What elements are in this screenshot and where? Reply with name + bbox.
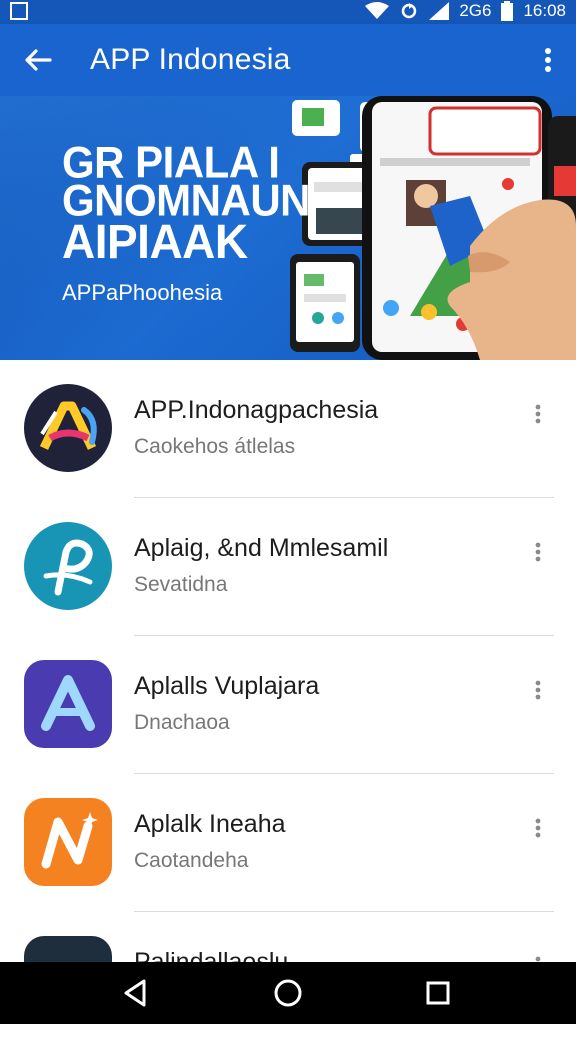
signal-icon (429, 2, 450, 20)
nav-back-icon[interactable] (118, 975, 154, 1011)
clock: 16:08 (523, 1, 566, 20)
app-name: Aplalk Ineaha (134, 810, 286, 838)
overflow-menu-button[interactable] (536, 42, 560, 78)
data-sync-icon (402, 3, 417, 19)
list-item[interactable]: Aplalls Vuplajara Dnachaoa (0, 636, 576, 774)
more-vert-icon[interactable] (528, 678, 548, 702)
page-title: APP Indonesia (90, 43, 291, 76)
more-vert-icon (545, 48, 551, 72)
app-name: APP.Indonagpachesia (134, 396, 379, 424)
app-subtitle: Caotandeha (134, 849, 249, 872)
app-subtitle: Dnachaoa (134, 711, 230, 734)
nav-recents-icon[interactable] (420, 975, 456, 1011)
more-vert-icon[interactable] (528, 816, 548, 840)
battery-icon (501, 1, 514, 21)
back-button[interactable] (20, 42, 56, 78)
more-vert-icon[interactable] (528, 540, 548, 564)
app-bar: APP Indonesia (0, 24, 576, 96)
system-nav-bar (0, 962, 576, 1024)
arrow-back-icon (25, 49, 52, 71)
app-name: Aplalls Vuplajara (134, 672, 320, 700)
status-bar: 2G6 16:08 (0, 0, 576, 24)
status-icons: 2G6 16:08 (365, 1, 566, 21)
app-logo-a-dark-icon (24, 384, 112, 472)
network-label: 2G6 (459, 1, 492, 20)
app-name: Aplaig, &nd Mmlesamil (134, 534, 389, 562)
app-logo-a-purple-icon (24, 660, 112, 748)
list-item[interactable]: Aplaig, &nd Mmlesamil Sevatidna (0, 498, 576, 636)
app-subtitle: Caokehos átlelas (134, 435, 296, 458)
notification-icon (10, 2, 28, 20)
list-item[interactable]: APP.Indonagpachesia Caokehos átlelas (0, 360, 576, 498)
wifi-icon (365, 2, 390, 19)
app-logo-p-teal-icon (24, 522, 112, 610)
list-item[interactable]: Aplalk Ineaha Caotandeha (0, 774, 576, 912)
nav-home-icon[interactable] (270, 975, 306, 1011)
banner-headline-line-3: AIPIAAK (62, 213, 248, 269)
banner-subtitle: APPaPhoohesia (62, 280, 223, 305)
promo-banner[interactable]: GR PIALA I GNOMNAUN AIPIAAK APPaPhoohesi… (0, 96, 576, 360)
app-subtitle: Sevatidna (134, 573, 228, 596)
app-logo-n-orange-icon (24, 798, 112, 886)
more-vert-icon[interactable] (528, 402, 548, 426)
